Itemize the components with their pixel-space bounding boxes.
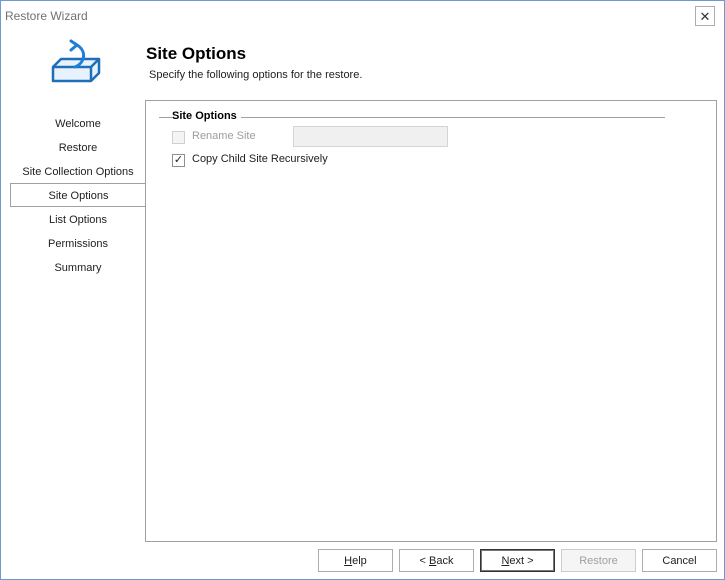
next-mnemonic: N bbox=[501, 554, 510, 567]
back-prefix: < bbox=[419, 554, 429, 567]
back-label: ack bbox=[436, 554, 454, 567]
restore-wizard-window: Restore Wizard ✕ Site Options Specify th… bbox=[0, 0, 725, 580]
back-mnemonic: B bbox=[429, 554, 437, 567]
restore-label: Restore bbox=[579, 554, 618, 567]
close-icon: ✕ bbox=[699, 8, 711, 24]
window-title: Restore Wizard bbox=[5, 9, 88, 23]
back-button[interactable]: < Back bbox=[399, 549, 474, 572]
nav-step-list-options[interactable]: List Options bbox=[10, 207, 146, 231]
page-subtitle: Specify the following options for the re… bbox=[149, 69, 363, 81]
nav-step-site-collection-options[interactable]: Site Collection Options bbox=[10, 159, 146, 183]
restore-icon bbox=[51, 39, 101, 83]
cancel-label: Cancel bbox=[662, 554, 697, 567]
restore-button[interactable]: Restore bbox=[561, 549, 636, 572]
close-button[interactable]: ✕ bbox=[695, 6, 715, 26]
nav-step-site-options[interactable]: Site Options bbox=[10, 183, 146, 207]
content-panel bbox=[145, 100, 717, 542]
rename-site-checkbox[interactable] bbox=[172, 131, 185, 144]
help-button[interactable]: Help bbox=[318, 549, 393, 572]
help-mnemonic: H bbox=[344, 554, 353, 567]
wizard-steps-nav: Welcome Restore Site Collection Options … bbox=[10, 111, 146, 279]
copy-child-site-label: Copy Child Site Recursively bbox=[192, 153, 328, 165]
title-bar: Restore Wizard ✕ bbox=[1, 1, 724, 31]
next-button[interactable]: Next > bbox=[480, 549, 555, 572]
nav-step-welcome[interactable]: Welcome bbox=[10, 111, 146, 135]
next-label: ext > bbox=[509, 554, 534, 567]
page-title: Site Options bbox=[146, 44, 247, 63]
nav-step-permissions[interactable]: Permissions bbox=[10, 231, 146, 255]
nav-step-summary[interactable]: Summary bbox=[10, 255, 146, 279]
checkmark-icon: ✓ bbox=[173, 154, 184, 166]
rename-site-label: Rename Site bbox=[192, 130, 256, 142]
rename-site-input[interactable] bbox=[293, 126, 448, 147]
nav-step-restore[interactable]: Restore bbox=[10, 135, 146, 159]
cancel-button[interactable]: Cancel bbox=[642, 549, 717, 572]
group-title: Site Options bbox=[172, 110, 241, 122]
help-label: elp bbox=[352, 554, 367, 567]
copy-child-site-checkbox[interactable]: ✓ bbox=[172, 154, 185, 167]
